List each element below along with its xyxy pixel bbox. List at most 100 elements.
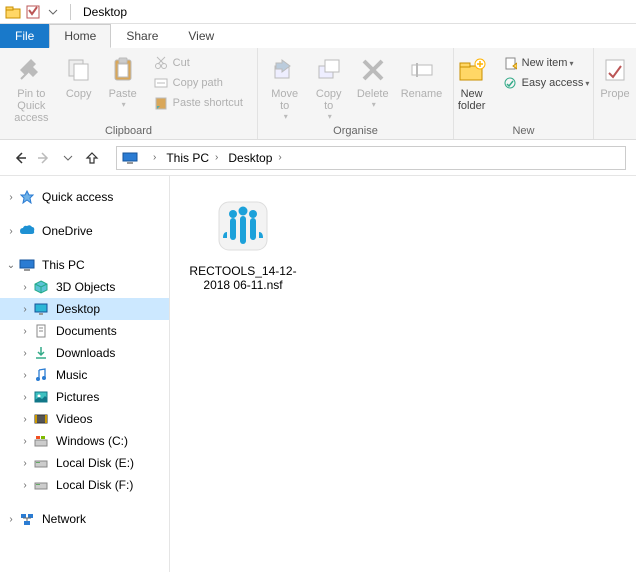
file-item[interactable]: RECTOOLS_14-12-2018 06-11.nsf — [188, 194, 298, 292]
drive-windows-icon — [32, 432, 50, 450]
music-icon — [32, 366, 50, 384]
paste-label: Paste — [109, 88, 137, 100]
chevron-down-icon: ▾ — [585, 79, 589, 88]
tree-documents[interactable]: › Documents — [0, 320, 169, 342]
crumb-root-chevron[interactable]: › — [145, 152, 164, 163]
tree-videos[interactable]: › Videos — [0, 408, 169, 430]
cube-icon — [32, 278, 50, 296]
paste-button[interactable]: Paste ▾ — [101, 52, 145, 111]
new-folder-button[interactable]: New folder — [450, 52, 494, 114]
easy-access-button[interactable]: Easy access ▾ — [498, 74, 594, 92]
tree-label: Videos — [56, 412, 92, 426]
tree-label: Music — [56, 368, 87, 382]
chevron-right-icon: › — [18, 436, 32, 447]
qat-properties-icon[interactable] — [24, 3, 42, 21]
new-folder-label: New folder — [458, 88, 486, 112]
chevron-right-icon: › — [18, 348, 32, 359]
copy-path-label: Copy path — [173, 77, 223, 89]
nav-back-button[interactable] — [10, 148, 30, 168]
tree-onedrive[interactable]: › OneDrive — [0, 220, 169, 242]
tab-home[interactable]: Home — [49, 24, 111, 48]
rename-button[interactable]: Rename — [395, 52, 449, 102]
group-clipboard: Pin to Quick access Copy Paste ▾ — [0, 48, 258, 139]
copy-label: Copy — [66, 88, 92, 100]
title-bar: Desktop — [0, 0, 636, 24]
nav-recent-dropdown[interactable] — [58, 148, 78, 168]
tree-downloads[interactable]: › Downloads — [0, 342, 169, 364]
window-title: Desktop — [83, 5, 127, 19]
chevron-down-icon: ▾ — [284, 112, 288, 121]
tree-label: Pictures — [56, 390, 99, 404]
delete-x-icon — [357, 54, 389, 86]
ribbon-tabs: File Home Share View — [0, 24, 636, 48]
copy-path-icon — [153, 75, 169, 91]
properties-button[interactable]: Prope — [593, 52, 636, 102]
group-new: New folder New item ▾ Easy access ▾ — [454, 48, 594, 139]
scissors-icon — [153, 55, 169, 71]
crumb-this-pc[interactable]: This PC› — [164, 151, 226, 165]
chevron-right-icon: › — [18, 392, 32, 403]
rename-label: Rename — [401, 88, 443, 100]
tree-pictures[interactable]: › Pictures — [0, 386, 169, 408]
body: › Quick access › OneDrive ⌄ This PC › — [0, 176, 636, 572]
file-name: RECTOOLS_14-12-2018 06-11.nsf — [188, 264, 298, 292]
group-open: Prope — [594, 48, 636, 139]
easy-access-label: Easy access — [522, 77, 584, 89]
tree-quick-access[interactable]: › Quick access — [0, 186, 169, 208]
copy-button[interactable]: Copy — [57, 52, 101, 102]
delete-button[interactable]: Delete ▾ — [351, 52, 395, 111]
cut-button[interactable]: Cut — [149, 54, 247, 72]
group-clipboard-label: Clipboard — [0, 125, 257, 137]
pin-to-quick-access-button[interactable]: Pin to Quick access — [6, 52, 57, 126]
copy-icon — [63, 54, 95, 86]
paste-shortcut-button[interactable]: Paste shortcut — [149, 94, 247, 112]
star-icon — [18, 188, 36, 206]
tree-e-drive[interactable]: › Local Disk (E:) — [0, 452, 169, 474]
properties-icon — [599, 54, 631, 86]
new-item-button[interactable]: New item ▾ — [498, 54, 594, 72]
pc-icon — [121, 149, 139, 167]
move-to-button[interactable]: Move to ▾ — [263, 52, 307, 123]
tree-desktop[interactable]: › Desktop — [0, 298, 169, 320]
qat-dropdown-icon[interactable] — [44, 3, 62, 21]
cloud-icon — [18, 222, 36, 240]
tab-file[interactable]: File — [0, 24, 49, 48]
tree-this-pc[interactable]: ⌄ This PC — [0, 254, 169, 276]
paste-shortcut-icon — [153, 95, 169, 111]
group-new-label: New — [454, 125, 593, 137]
tab-view[interactable]: View — [173, 24, 229, 48]
tree-c-drive[interactable]: › Windows (C:) — [0, 430, 169, 452]
new-item-icon — [502, 55, 518, 71]
nav-up-button[interactable] — [82, 148, 102, 168]
pin-icon — [15, 54, 47, 86]
tab-share[interactable]: Share — [111, 24, 173, 48]
desktop-icon — [32, 300, 50, 318]
tree-3d-objects[interactable]: › 3D Objects — [0, 276, 169, 298]
copy-to-icon — [313, 54, 345, 86]
drive-icon — [32, 476, 50, 494]
copy-to-button[interactable]: Copy to ▾ — [307, 52, 351, 123]
folder-app-icon — [4, 3, 22, 21]
chevron-down-icon: ▾ — [122, 100, 126, 109]
chevron-right-icon: › — [18, 282, 32, 293]
tree-f-drive[interactable]: › Local Disk (F:) — [0, 474, 169, 496]
document-icon — [32, 322, 50, 340]
pc-icon — [18, 256, 36, 274]
chevron-down-icon: ▾ — [328, 112, 332, 121]
copy-to-label: Copy to — [316, 88, 342, 112]
chevron-right-icon: › — [18, 414, 32, 425]
new-folder-icon — [456, 54, 488, 86]
tree-music[interactable]: › Music — [0, 364, 169, 386]
file-pane[interactable]: RECTOOLS_14-12-2018 06-11.nsf — [170, 176, 636, 572]
properties-label: Prope — [600, 88, 629, 100]
download-icon — [32, 344, 50, 362]
nav-forward-button[interactable] — [34, 148, 54, 168]
crumb-desktop[interactable]: Desktop› — [226, 151, 289, 165]
copy-path-button[interactable]: Copy path — [149, 74, 247, 92]
nsf-file-icon — [211, 194, 275, 258]
chevron-right-icon: › — [4, 192, 18, 203]
rename-icon — [406, 54, 438, 86]
breadcrumb[interactable]: › This PC› Desktop› — [116, 146, 626, 170]
pin-label: Pin to Quick access — [12, 88, 51, 124]
tree-network[interactable]: › Network — [0, 508, 169, 530]
